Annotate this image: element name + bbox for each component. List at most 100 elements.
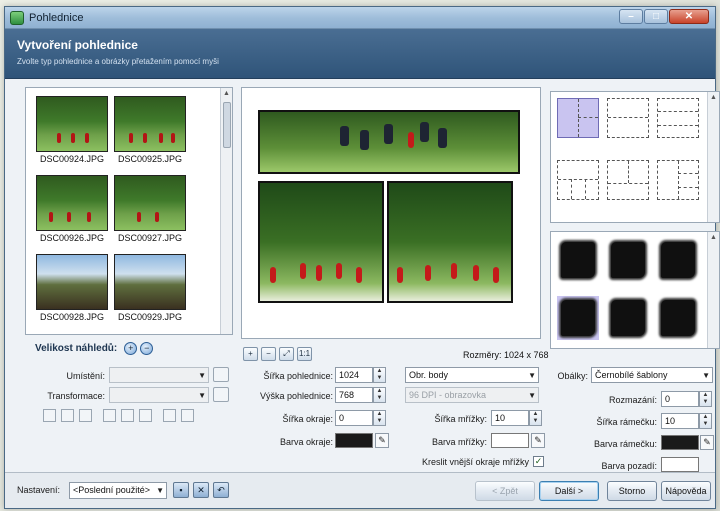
- blur-input[interactable]: 0: [661, 391, 699, 407]
- help-button[interactable]: Nápověda: [661, 481, 711, 501]
- unit-value: Obr. body: [409, 370, 449, 380]
- thumbnail-scrollbar[interactable]: ▲: [220, 88, 232, 334]
- frame-color-swatch[interactable]: [661, 435, 699, 450]
- frame-style[interactable]: [607, 296, 649, 340]
- width-spinner[interactable]: ▲ ▼: [373, 367, 386, 383]
- placement-label: Umístění:: [66, 371, 105, 381]
- placement-combo[interactable]: ▼: [109, 367, 209, 383]
- back-button[interactable]: < Zpět: [475, 481, 535, 501]
- layout-template[interactable]: [607, 98, 649, 138]
- save-settings-icon[interactable]: ▪: [173, 482, 189, 498]
- outer-grid-checkbox[interactable]: ✓: [533, 456, 544, 467]
- frame-width-input[interactable]: 10: [661, 413, 699, 429]
- maximize-button[interactable]: □: [644, 9, 668, 24]
- thumbnail-caption: DSC00926.JPG: [39, 233, 105, 243]
- thumbnail-list[interactable]: DSC00924.JPG DSC00925.JPG DSC00926.JPG D…: [25, 87, 233, 335]
- transform-apply-button[interactable]: [213, 387, 229, 402]
- frame-style[interactable]: [657, 238, 699, 282]
- templates-scrollbar[interactable]: ▲: [707, 92, 719, 222]
- scroll-up-icon[interactable]: ▲: [221, 88, 232, 100]
- eyedropper-icon[interactable]: ✎: [375, 433, 389, 448]
- frame-width-spinner[interactable]: ▲ ▼: [699, 413, 712, 429]
- stretch-vertical-icon[interactable]: [181, 409, 194, 422]
- layout-template-selected[interactable]: [557, 98, 599, 138]
- minimize-button[interactable]: –: [619, 9, 643, 24]
- preview-slot-right[interactable]: [387, 181, 513, 303]
- unit-combo[interactable]: Obr. body ▼: [405, 367, 539, 383]
- margin-width-input[interactable]: 0: [335, 410, 373, 426]
- scroll-up-icon[interactable]: ▲: [708, 92, 719, 104]
- frame-style[interactable]: [557, 238, 599, 282]
- window-controls: – □ ✕: [618, 9, 709, 24]
- grid-width-input[interactable]: 10: [491, 410, 529, 426]
- preview-toolbar: + − ⤢ 1:1: [243, 347, 315, 361]
- height-label: Výška pohlednice:: [259, 391, 333, 401]
- dialog-footer: Nastavení: <Poslední použité> ▼ ▪ ✕ ↶ < Z…: [5, 472, 715, 508]
- settings-combo[interactable]: <Poslední použité> ▼: [69, 482, 167, 499]
- width-label: Šířka pohlednice:: [263, 371, 333, 381]
- photo-thumbnail: [36, 254, 108, 310]
- stretch-horizontal-icon[interactable]: [163, 409, 176, 422]
- zoom-out-icon[interactable]: −: [261, 347, 276, 361]
- delete-settings-icon[interactable]: ✕: [193, 482, 209, 498]
- thumbnail-item[interactable]: DSC00926.JPG: [36, 175, 108, 243]
- grid-color-swatch[interactable]: [491, 433, 529, 448]
- thumbnail-item[interactable]: DSC00929.JPG: [114, 254, 186, 322]
- align-middle-icon[interactable]: [121, 409, 134, 422]
- thumbnail-item[interactable]: DSC00928.JPG: [36, 254, 108, 322]
- actual-size-icon[interactable]: 1:1: [297, 347, 312, 361]
- height-spinner[interactable]: ▲ ▼: [373, 387, 386, 403]
- eyedropper-icon[interactable]: ✎: [700, 435, 714, 450]
- align-bottom-icon[interactable]: [139, 409, 152, 422]
- zoom-in-icon[interactable]: +: [124, 342, 138, 355]
- cancel-button[interactable]: Storno: [607, 481, 657, 501]
- blur-spinner[interactable]: ▲ ▼: [699, 391, 712, 407]
- dpi-combo[interactable]: 96 DPI - obrazovka ▼: [405, 387, 539, 403]
- layout-template[interactable]: [557, 160, 599, 200]
- thumbnail-item[interactable]: DSC00927.JPG: [114, 175, 186, 243]
- photo-thumbnail: [114, 96, 186, 152]
- zoom-out-icon[interactable]: −: [140, 342, 154, 355]
- zoom-in-icon[interactable]: +: [243, 347, 258, 361]
- next-button[interactable]: Další >: [539, 481, 599, 501]
- frame-styles[interactable]: ▲: [550, 231, 720, 349]
- layout-template[interactable]: [607, 160, 649, 200]
- frame-style[interactable]: [607, 238, 649, 282]
- title-bar: Pohlednice – □ ✕: [5, 7, 715, 29]
- align-top-icon[interactable]: [103, 409, 116, 422]
- dpi-value: 96 DPI - obrazovka: [409, 390, 487, 400]
- preview-slot-left[interactable]: [258, 181, 384, 303]
- background-color-swatch[interactable]: [661, 457, 699, 472]
- frames-combo[interactable]: Černobílé šablony ▼: [591, 367, 713, 383]
- thumbnail-item[interactable]: DSC00925.JPG: [114, 96, 186, 164]
- close-button[interactable]: ✕: [669, 9, 709, 24]
- undo-icon[interactable]: ↶: [213, 482, 229, 498]
- postcard-preview[interactable]: [241, 87, 541, 339]
- margin-color-swatch[interactable]: [335, 433, 373, 448]
- width-input[interactable]: 1024: [335, 367, 373, 383]
- grid-width-spinner[interactable]: ▲ ▼: [529, 410, 542, 426]
- layout-template[interactable]: [657, 160, 699, 200]
- transform-combo[interactable]: ▼: [109, 387, 209, 403]
- align-right-icon[interactable]: [79, 409, 92, 422]
- height-input[interactable]: 768: [335, 387, 373, 403]
- layout-template[interactable]: [657, 98, 699, 138]
- thumbnail-item[interactable]: DSC00924.JPG: [36, 96, 108, 164]
- preview-slot-top[interactable]: [258, 110, 520, 174]
- eyedropper-icon[interactable]: ✎: [531, 433, 545, 448]
- fit-icon[interactable]: ⤢: [279, 347, 294, 361]
- scroll-thumb[interactable]: [223, 102, 231, 148]
- placement-add-button[interactable]: [213, 367, 229, 382]
- frame-style[interactable]: [657, 296, 699, 340]
- thumbnail-caption: DSC00927.JPG: [117, 233, 183, 243]
- scroll-up-icon[interactable]: ▲: [708, 232, 719, 244]
- align-left-icon[interactable]: [43, 409, 56, 422]
- margin-width-spinner[interactable]: ▲ ▼: [373, 410, 386, 426]
- frame-style-selected[interactable]: [557, 296, 599, 340]
- align-center-icon[interactable]: [61, 409, 74, 422]
- frames-scrollbar[interactable]: ▲: [707, 232, 719, 348]
- thumbnail-size-label: Velikost náhledů:: [35, 343, 118, 354]
- dialog-header: Vytvoření pohlednice Zvolte typ pohledni…: [5, 29, 715, 79]
- grid-width-label: Šířka mřížky:: [434, 414, 487, 424]
- layout-templates[interactable]: ▲: [550, 91, 720, 223]
